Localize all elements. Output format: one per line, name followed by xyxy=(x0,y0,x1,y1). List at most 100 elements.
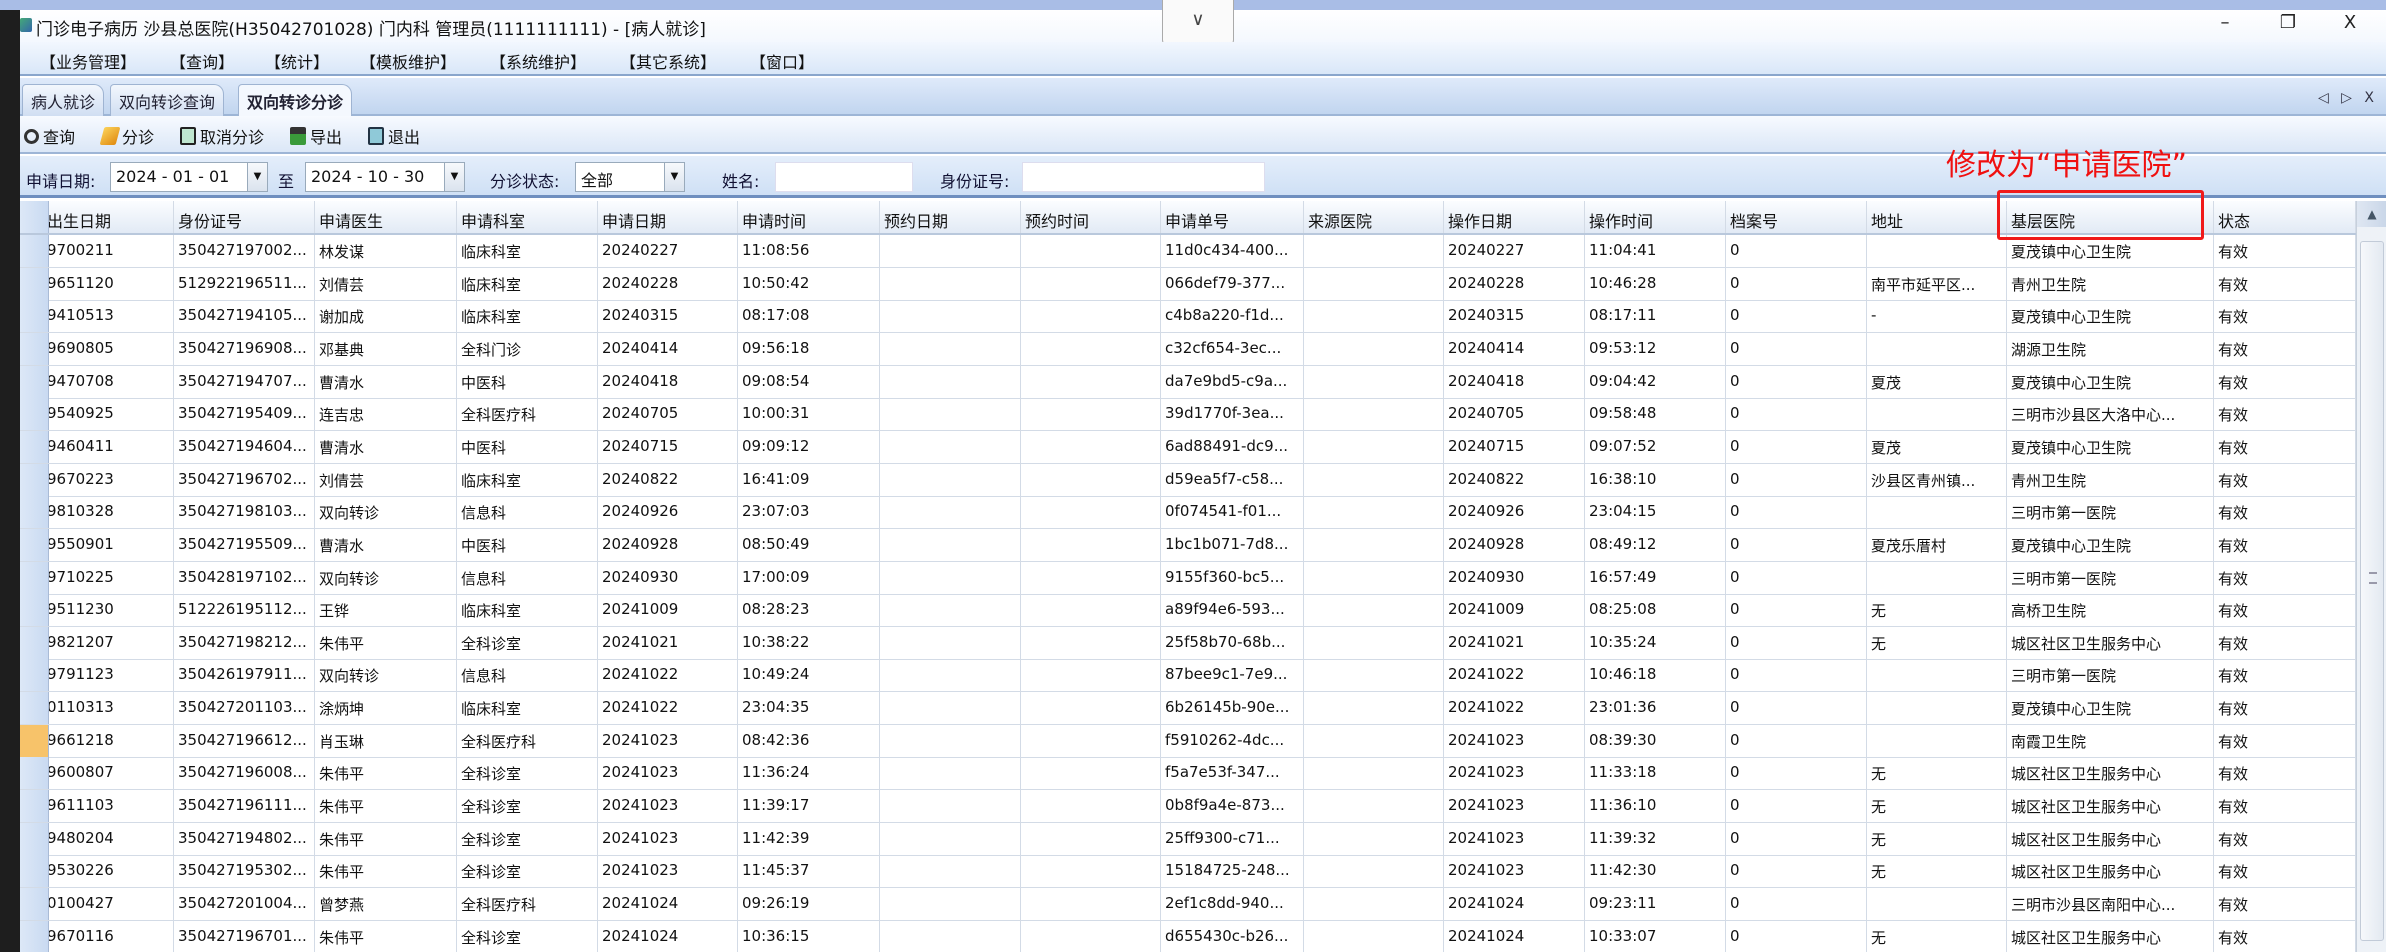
column-header[interactable]: 地址 xyxy=(1867,201,2007,233)
tab-referral-triage[interactable]: 双向转诊分诊 xyxy=(238,84,353,118)
row-header[interactable] xyxy=(20,626,49,659)
table-cell: 0 xyxy=(1726,724,1867,757)
table-row[interactable]: 9511230 512226195112... 王铧 临床科室 20241009 08:2… xyxy=(20,594,2356,628)
close-button[interactable]: X xyxy=(2330,12,2370,38)
table-row[interactable]: 9651120 512922196511... 刘倩芸 临床科室 20240228 10:… xyxy=(20,267,2356,301)
table-row[interactable]: 9710225 350428197102... 双向转诊 信息科 20240930 17:… xyxy=(20,561,2356,595)
table-row[interactable]: 9550901 350427195509... 曹清水 中医科 20240928 08:5… xyxy=(20,528,2356,562)
name-input[interactable] xyxy=(775,162,913,192)
row-header[interactable] xyxy=(20,300,49,333)
table-row[interactable]: 9611103 350427196111... 朱伟平 全科诊室 20241023 11:… xyxy=(20,790,2356,824)
menu-template[interactable]: 【模板维护】 xyxy=(360,49,456,73)
column-header[interactable]: 申请日期 xyxy=(598,201,738,233)
row-header[interactable] xyxy=(20,365,49,398)
minimize-button[interactable]: – xyxy=(2205,12,2245,38)
table-row[interactable]: 0110313 350427201103... 涂炳坤 临床科室 20241022 23:… xyxy=(20,692,2356,726)
scroll-thumb[interactable] xyxy=(2360,241,2384,941)
column-header[interactable]: 申请单号 xyxy=(1161,201,1304,233)
row-header[interactable] xyxy=(20,267,49,300)
row-header[interactable] xyxy=(20,757,49,790)
query-button[interactable]: 查询 xyxy=(24,124,75,148)
table-row[interactable]: 9410513 350427194105... 谢加成 临床科室 20240315 08:… xyxy=(20,300,2356,334)
chevron-down-icon[interactable]: ∨ xyxy=(1162,0,1234,46)
table-cell xyxy=(1304,692,1444,725)
row-header[interactable] xyxy=(20,920,49,952)
menu-other-systems[interactable]: 【其它系统】 xyxy=(620,49,716,73)
table-cell: 20240227 xyxy=(598,235,738,267)
column-header[interactable]: 操作时间 xyxy=(1585,201,1726,233)
column-header[interactable]: 申请科室 xyxy=(457,201,598,233)
row-header[interactable] xyxy=(20,724,49,757)
column-header[interactable]: 预约时间 xyxy=(1021,201,1161,233)
menu-business[interactable]: 【业务管理】 xyxy=(40,49,136,73)
row-header[interactable] xyxy=(20,235,49,267)
table-row[interactable]: 9791123 350426197911... 双向转诊 信息科 20241022 10:… xyxy=(20,659,2356,693)
exit-button[interactable]: 退出 xyxy=(368,124,420,148)
column-header[interactable]: 申请时间 xyxy=(738,201,880,233)
table-row[interactable]: 9460411 350427194604... 曹清水 中医科 20240715 09:0… xyxy=(20,430,2356,464)
date-from-picker[interactable]: 2024 - 01 - 01 ▼ xyxy=(110,162,268,192)
column-header[interactable]: 状态 xyxy=(2214,201,2356,233)
row-header[interactable] xyxy=(20,528,49,561)
row-header[interactable] xyxy=(20,332,49,365)
row-header[interactable] xyxy=(20,659,49,692)
column-header[interactable]: 身份证号 xyxy=(174,201,315,233)
table-row[interactable]: 9540925 350427195409... 连吉忠 全科医疗科 20240705 10… xyxy=(20,398,2356,432)
table-row[interactable]: 9670116 350427196701... 朱伟平 全科诊室 20241024 10:… xyxy=(20,920,2356,952)
column-header[interactable]: 操作日期 xyxy=(1444,201,1585,233)
table-row[interactable]: 0100427 350427201004... 曾梦燕 全科医疗科 20241024 09… xyxy=(20,888,2356,921)
row-header[interactable] xyxy=(20,790,49,823)
table-row[interactable]: 9670223 350427196702... 刘倩芸 临床科室 20240822 16:… xyxy=(20,463,2356,497)
tab-referral-query[interactable]: 双向转诊查询 xyxy=(110,84,225,116)
dropdown-arrow-icon[interactable]: ▼ xyxy=(444,163,464,191)
vertical-scrollbar[interactable]: ▲ xyxy=(2356,201,2386,952)
row-header[interactable] xyxy=(20,822,49,855)
table-cell: 16:38:10 xyxy=(1585,463,1726,496)
row-header[interactable] xyxy=(20,430,49,463)
table-row[interactable]: 9661218 350427196612... 肖玉琳 全科医疗科 20241023 08… xyxy=(20,724,2356,758)
date-to-picker[interactable]: 2024 - 10 - 30 ▼ xyxy=(305,162,465,192)
row-header[interactable] xyxy=(20,496,49,529)
menu-statistics[interactable]: 【统计】 xyxy=(265,49,329,73)
table-cell: 20240315 xyxy=(598,300,738,333)
table-row[interactable]: 9530226 350427195302... 朱伟平 全科诊室 20241023 11:… xyxy=(20,855,2356,889)
scroll-up-icon[interactable]: ▲ xyxy=(2357,201,2386,227)
table-row[interactable]: 9480204 350427194802... 朱伟平 全科诊室 20241023 11:… xyxy=(20,822,2356,856)
select-all-corner[interactable] xyxy=(20,201,49,233)
table-row[interactable]: 9810328 350427198103... 双向转诊 信息科 20240926 23:… xyxy=(20,496,2356,530)
restore-button[interactable]: ❐ xyxy=(2268,12,2308,38)
status-select[interactable]: 全部 ▼ xyxy=(575,162,685,192)
column-header[interactable]: 来源医院 xyxy=(1304,201,1444,233)
row-header[interactable] xyxy=(20,561,49,594)
table-cell: 有效 xyxy=(2214,398,2356,431)
export-button[interactable]: 导出 xyxy=(290,124,342,148)
dropdown-arrow-icon[interactable]: ▼ xyxy=(664,163,684,191)
table-cell: 09:08:54 xyxy=(738,365,880,398)
menu-query[interactable]: 【查询】 xyxy=(170,49,234,73)
menu-window[interactable]: 【窗口】 xyxy=(750,49,814,73)
row-header[interactable] xyxy=(20,594,49,627)
row-header[interactable] xyxy=(20,692,49,725)
table-row[interactable]: 9470708 350427194707... 曹清水 中医科 20240418 09:0… xyxy=(20,365,2356,399)
table-row[interactable]: 9690805 350427196908... 邓基典 全科门诊 20240414 09:… xyxy=(20,332,2356,366)
row-header[interactable] xyxy=(20,398,49,431)
menu-system[interactable]: 【系统维护】 xyxy=(490,49,586,73)
table-cell: 9611103 xyxy=(49,790,174,823)
column-header[interactable]: 档案号 xyxy=(1726,201,1867,233)
dropdown-arrow-icon[interactable]: ▼ xyxy=(247,163,267,191)
column-header[interactable]: 出生日期 xyxy=(49,201,174,233)
tab-patient-visit[interactable]: 病人就诊 xyxy=(22,84,105,116)
row-header[interactable] xyxy=(20,888,49,920)
id-number-input[interactable] xyxy=(1022,162,1265,192)
triage-button[interactable]: 分诊 xyxy=(99,124,154,148)
row-header[interactable] xyxy=(20,855,49,888)
tab-nav-controls[interactable]: ◁ ▷ X xyxy=(2318,90,2378,106)
row-header[interactable] xyxy=(20,463,49,496)
cancel-triage-button[interactable]: 取消分诊 xyxy=(180,124,264,148)
column-header[interactable]: 预约日期 xyxy=(880,201,1021,233)
table-cell: 0 xyxy=(1726,626,1867,659)
table-row[interactable]: 9600807 350427196008... 朱伟平 全科诊室 20241023 11:… xyxy=(20,757,2356,791)
table-cell: 9710225 xyxy=(49,561,174,594)
column-header[interactable]: 申请医生 xyxy=(315,201,457,233)
table-row[interactable]: 9821207 350427198212... 朱伟平 全科诊室 20241021 10:… xyxy=(20,626,2356,660)
